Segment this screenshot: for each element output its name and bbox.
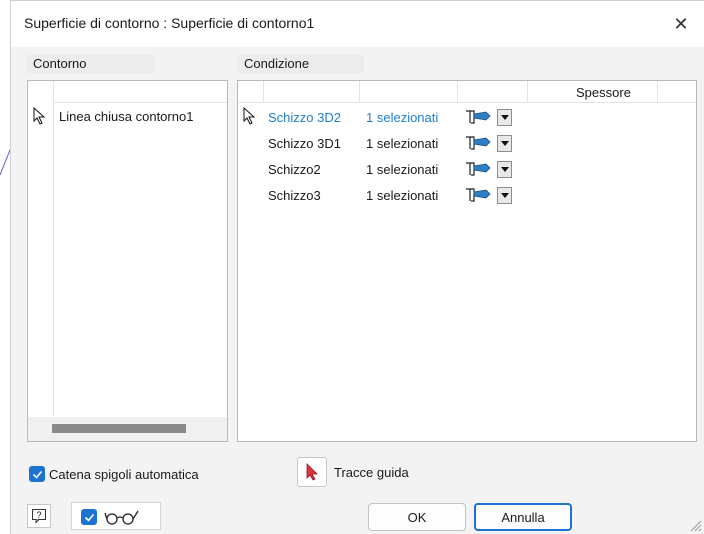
contorno-list[interactable]: Linea chiusa contorno1: [27, 80, 228, 442]
preview-checkbox[interactable]: [81, 509, 97, 525]
checkmark-icon: [32, 470, 42, 479]
contorno-list-gutter: [28, 81, 54, 416]
resize-grip-icon[interactable]: [688, 518, 702, 532]
automatic-edge-chain-label: Catena spigoli automatica: [49, 467, 199, 482]
guide-rails-label: Tracce guida: [334, 465, 409, 480]
contorno-list-header: [54, 81, 227, 103]
chevron-down-icon: [500, 193, 509, 198]
scrollbar-thumb[interactable]: [52, 424, 186, 433]
cancel-button[interactable]: Annulla: [474, 503, 572, 531]
pick-geometry-icon[interactable]: [464, 186, 492, 204]
chevron-down-icon: [500, 115, 509, 120]
guide-rails-button[interactable]: [297, 457, 327, 487]
select-cursor-icon: [243, 107, 256, 125]
condition-dropdown-button[interactable]: [497, 161, 512, 178]
condition-dropdown-button[interactable]: [497, 109, 512, 126]
table-row[interactable]: Schizzo2 1 selezionati: [238, 157, 696, 183]
chevron-down-icon: [500, 167, 509, 172]
title-bar: Superficie di contorno : Superficie di c…: [11, 1, 704, 47]
ok-button[interactable]: OK: [368, 503, 466, 531]
condition-name: Schizzo 3D2: [268, 110, 341, 125]
condition-dropdown-button[interactable]: [497, 135, 512, 152]
header-divider: [238, 81, 264, 103]
red-cursor-icon: [306, 463, 318, 481]
condition-count: 1 selezionati: [366, 136, 439, 151]
pick-geometry-icon[interactable]: [464, 160, 492, 178]
contorno-list-item[interactable]: Linea chiusa contorno1: [28, 105, 227, 127]
condition-count: 1 selezionati: [366, 188, 439, 203]
svg-text:?: ?: [36, 510, 41, 520]
contorno-item-label: Linea chiusa contorno1: [59, 109, 194, 124]
horizontal-scrollbar[interactable]: [28, 417, 227, 441]
column-header-spessore: Spessore: [576, 85, 631, 100]
help-button[interactable]: ?: [27, 504, 51, 528]
table-row[interactable]: Schizzo 3D2 1 selezionati: [238, 105, 696, 131]
checkmark-icon: [84, 513, 94, 522]
close-button[interactable]: ✕: [658, 1, 704, 47]
condizione-label: Condizione: [238, 55, 364, 73]
condition-name: Schizzo3: [268, 188, 321, 203]
select-cursor-icon: [33, 107, 46, 125]
chevron-down-icon: [500, 141, 509, 146]
condizione-table[interactable]: Spessore Schizzo 3D2 1 selezionati Schiz…: [237, 80, 697, 442]
table-row[interactable]: Schizzo3 1 selezionati: [238, 183, 696, 209]
condition-count: 1 selezionati: [366, 162, 439, 177]
condition-dropdown-button[interactable]: [497, 187, 512, 204]
pick-geometry-icon[interactable]: [464, 108, 492, 126]
pick-geometry-icon[interactable]: [464, 134, 492, 152]
header-divider: [360, 81, 458, 103]
glasses-icon: [104, 510, 139, 525]
contorno-label: Contorno: [27, 55, 155, 73]
header-divider: [264, 81, 360, 103]
condition-count: 1 selezionati: [366, 110, 439, 125]
preview-toggle[interactable]: [71, 502, 161, 530]
header-divider: [458, 81, 528, 103]
condition-name: Schizzo2: [268, 162, 321, 177]
dialog-title: Superficie di contorno : Superficie di c…: [24, 15, 315, 31]
close-icon: ✕: [673, 13, 689, 34]
surface-boundary-dialog: Superficie di contorno : Superficie di c…: [10, 0, 704, 534]
help-icon: ?: [32, 509, 46, 524]
table-row[interactable]: Schizzo 3D1 1 selezionati: [238, 131, 696, 157]
condition-name: Schizzo 3D1: [268, 136, 341, 151]
automatic-edge-chain-checkbox[interactable]: [29, 466, 45, 482]
